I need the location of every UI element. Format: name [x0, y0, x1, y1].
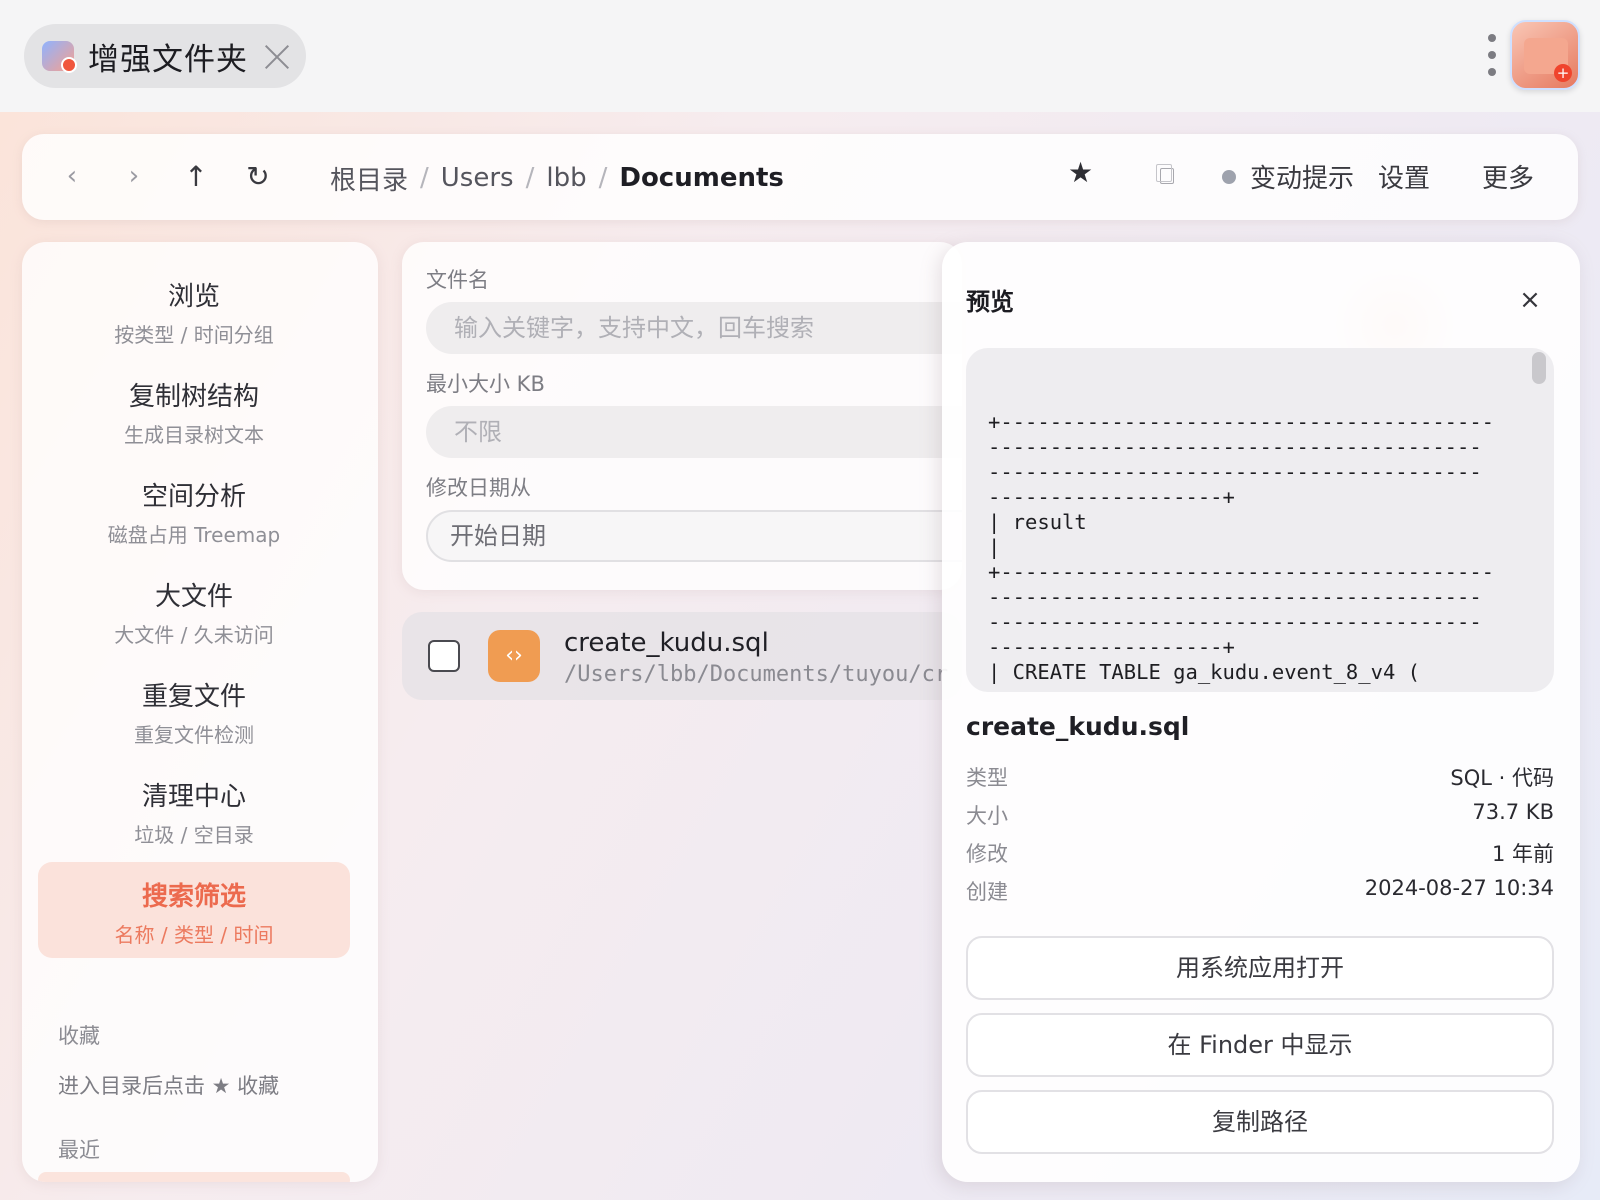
meta-key: 创建 — [966, 880, 1008, 904]
meta-row-created: 创建 2024-08-27 10:34 — [966, 876, 1554, 906]
sidebar-item-label: 清理中心 — [141, 782, 246, 812]
breadcrumb-users[interactable]: Users — [441, 163, 514, 193]
breadcrumb-separator: / — [525, 163, 535, 193]
meta-key: 修改 — [966, 842, 1008, 866]
sidebar-item-sub: 生成目录树文本 — [124, 423, 264, 447]
back-button[interactable]: ‹ — [50, 154, 94, 198]
up-button[interactable]: ↑ — [174, 154, 218, 198]
breadcrumb: 根目录 / Users / lbb / Documents — [330, 158, 784, 198]
sidebar-item-cleanup[interactable]: 清理中心 垃圾 / 空目录 — [38, 762, 350, 858]
breadcrumb-separator: / — [598, 163, 608, 193]
meta-row-type: 类型 SQL · 代码 — [966, 762, 1554, 792]
scrollbar[interactable] — [1532, 352, 1546, 384]
filter-panel: 文件名 最小大小 KB 修改日期从 — [402, 242, 962, 590]
sidebar-item-sub: 磁盘占用 Treemap — [107, 523, 281, 547]
favorites-hint: 进入目录后点击 ★ 收藏 — [58, 1074, 280, 1098]
breadcrumb-root[interactable]: 根目录 — [330, 160, 408, 197]
breadcrumb-current: Documents — [619, 163, 784, 193]
copy-path-button[interactable]: 复制路径 — [966, 1090, 1554, 1154]
row-checkbox[interactable] — [428, 640, 460, 672]
favorites-title: 收藏 — [58, 1024, 100, 1048]
watch-label: 变动提示 — [1250, 164, 1355, 194]
code-content: +---------------------------------------… — [988, 410, 1495, 684]
sidebar-item-duplicates[interactable]: 重复文件 重复文件检测 — [38, 662, 350, 758]
breadcrumb-separator: / — [420, 163, 429, 193]
copy-icon[interactable] — [1156, 164, 1174, 184]
code-file-icon: ‹› — [488, 630, 540, 682]
sidebar-item-label: 浏览 — [167, 282, 220, 312]
preview-title: 预览 — [966, 288, 1014, 316]
title-bar: 增强文件夹 + — [0, 0, 1600, 112]
more-button[interactable]: 更多 — [1482, 158, 1534, 195]
meta-value: 73.7 KB — [1472, 800, 1554, 824]
sidebar-item-label: 空间分析 — [141, 482, 246, 512]
date-from-label: 修改日期从 — [426, 476, 531, 500]
code-preview[interactable]: +---------------------------------------… — [966, 348, 1554, 692]
forward-button[interactable]: › — [112, 154, 156, 198]
filename-input[interactable] — [426, 302, 962, 354]
min-size-label: 最小大小 KB — [426, 372, 545, 396]
toolbar: ‹ › ↑ ↻ 根目录 / Users / lbb / Documents ★ … — [22, 134, 1578, 220]
meta-key: 大小 — [966, 804, 1008, 828]
filename-label: 文件名 — [426, 268, 489, 292]
meta-row-modified: 修改 1 年前 — [966, 838, 1554, 868]
sidebar: 浏览 按类型 / 时间分组 复制树结构 生成目录树文本 空间分析 磁盘占用 Tr… — [22, 242, 378, 1182]
status-dot-icon — [1222, 169, 1236, 184]
sidebar-item-label: 重复文件 — [141, 682, 246, 712]
more-vertical-icon[interactable] — [1488, 34, 1498, 78]
open-with-system-app-button[interactable]: 用系统应用打开 — [966, 936, 1554, 1000]
recent-item[interactable] — [38, 1172, 350, 1182]
table-row[interactable]: ‹› create_kudu.sql /Users/lbb/Documents/… — [402, 612, 962, 700]
sidebar-item-sub: 垃圾 / 空目录 — [134, 823, 254, 847]
sidebar-item-sub: 按类型 / 时间分组 — [114, 323, 274, 347]
sidebar-item-copy-tree[interactable]: 复制树结构 生成目录树文本 — [38, 362, 350, 458]
watch-toggle[interactable]: 变动提示 — [1222, 158, 1354, 195]
preview-file-name: create_kudu.sql — [966, 712, 1190, 741]
app-logo-icon — [42, 41, 77, 73]
recent-title: 最近 — [58, 1138, 100, 1162]
show-in-finder-button[interactable]: 在 Finder 中显示 — [966, 1013, 1554, 1077]
sidebar-item-browse[interactable]: 浏览 按类型 / 时间分组 — [38, 262, 350, 358]
meta-row-size: 大小 73.7 KB — [966, 800, 1554, 830]
sidebar-item-search-filter[interactable]: 搜索筛选 名称 / 类型 / 时间 — [38, 862, 350, 958]
sidebar-item-large-files[interactable]: 大文件 大文件 / 久未访问 — [38, 562, 350, 658]
sidebar-item-space-analysis[interactable]: 空间分析 磁盘占用 Treemap — [38, 462, 350, 558]
favorite-star-icon[interactable]: ★ — [1068, 156, 1093, 189]
sidebar-item-sub: 重复文件检测 — [134, 723, 254, 747]
meta-value: 1 年前 — [1491, 842, 1554, 866]
app-profile-icon[interactable]: + — [1510, 20, 1580, 90]
close-preview-button[interactable]: × — [1516, 287, 1544, 316]
min-size-input[interactable] — [426, 406, 962, 458]
breadcrumb-lbb[interactable]: lbb — [546, 163, 586, 193]
file-path: /Users/lbb/Documents/tuyou/cr — [564, 662, 949, 687]
refresh-button[interactable]: ↻ — [236, 154, 280, 198]
sidebar-item-sub: 大文件 / 久未访问 — [114, 623, 274, 647]
settings-button[interactable]: 设置 — [1378, 158, 1430, 195]
app-tab[interactable]: 增强文件夹 — [24, 24, 306, 88]
plus-badge-icon: + — [1554, 64, 1572, 82]
date-from-input[interactable] — [426, 510, 962, 562]
meta-value: SQL · 代码 — [1450, 766, 1554, 790]
file-name: create_kudu.sql — [564, 628, 769, 658]
close-tab-icon[interactable] — [264, 43, 290, 69]
preview-panel: 预览 × +----------------------------------… — [942, 242, 1580, 1182]
meta-value: 2024-08-27 10:34 — [1364, 876, 1554, 900]
sidebar-item-label: 搜索筛选 — [141, 882, 246, 912]
sidebar-item-sub: 名称 / 类型 / 时间 — [114, 923, 274, 947]
sidebar-item-label: 复制树结构 — [128, 382, 259, 412]
meta-key: 类型 — [966, 766, 1008, 790]
app-title: 增强文件夹 — [88, 41, 248, 78]
sidebar-item-label: 大文件 — [154, 582, 233, 612]
